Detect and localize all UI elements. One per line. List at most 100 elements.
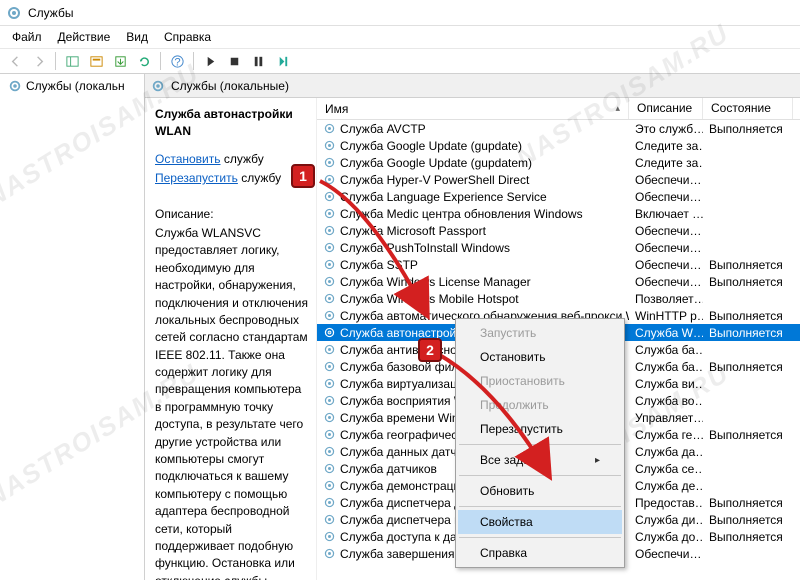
toolbar-separator — [55, 52, 56, 70]
gear-icon — [323, 224, 336, 237]
service-desc: Служба де… — [629, 479, 703, 493]
service-row[interactable]: Служба Windows Mobile HotspotПозволяет… — [317, 290, 800, 307]
service-state: Выполняется — [703, 428, 793, 442]
services-icon — [6, 5, 22, 21]
gear-icon — [323, 547, 336, 560]
col-header-desc[interactable]: Описание — [629, 98, 703, 119]
ctx-restart[interactable]: Перезапустить — [458, 417, 622, 441]
console-button[interactable] — [85, 50, 107, 72]
callout-1: 1 — [291, 164, 315, 188]
service-row[interactable]: Служба Language Experience ServiceОбеспе… — [317, 188, 800, 205]
service-name: Служба Hyper-V PowerShell Direct — [340, 173, 529, 187]
service-desc: Обеспечи… — [629, 190, 703, 204]
service-state: Выполняется — [703, 513, 793, 527]
service-row[interactable]: Служба Google Update (gupdatem) Следите з… — [317, 154, 800, 171]
service-desc: Служба ге… — [629, 428, 703, 442]
service-name: Служба SSTP — [340, 258, 418, 272]
service-desc: Обеспечи… — [629, 241, 703, 255]
service-desc: Следите за… — [629, 156, 703, 170]
service-row[interactable]: Служба Google Update (gupdate) Следите за… — [317, 137, 800, 154]
gear-icon — [323, 394, 336, 407]
stop-link[interactable]: Остановить — [155, 152, 221, 166]
service-state: Выполняется — [703, 496, 793, 510]
service-name: Служба Windows Mobile Hotspot — [340, 292, 519, 306]
menubar: Файл Действие Вид Справка — [0, 26, 800, 48]
ctx-all-tasks[interactable]: Все задачи▸ — [458, 448, 622, 472]
restart-link[interactable]: Перезапустить — [155, 171, 238, 185]
service-desc: Обеспечи… — [629, 547, 703, 561]
service-row[interactable]: Служба AVCTPЭто служб…Выполняется — [317, 120, 800, 137]
service-desc: Обеспечи… — [629, 258, 703, 272]
ctx-properties[interactable]: Свойства — [458, 510, 622, 534]
gear-icon — [323, 428, 336, 441]
stop-button[interactable] — [223, 50, 245, 72]
gear-icon — [323, 326, 336, 339]
service-desc: Служба се… — [629, 462, 703, 476]
detail-desc-label: Описание: — [155, 206, 308, 223]
gear-icon — [323, 156, 336, 169]
showpane-button[interactable] — [61, 50, 83, 72]
service-name: Служба датчиков — [340, 462, 437, 476]
gear-icon — [323, 360, 336, 373]
menu-view[interactable]: Вид — [118, 28, 156, 46]
service-row[interactable]: Служба PushToInstall WindowsОбеспечи… — [317, 239, 800, 256]
menu-file[interactable]: Файл — [4, 28, 50, 46]
main-header-label: Службы (локальные) — [171, 79, 289, 93]
help-button[interactable]: ? — [166, 50, 188, 72]
service-desc: Служба ба… — [629, 360, 703, 374]
gear-icon — [323, 292, 336, 305]
gear-icon — [323, 309, 336, 322]
service-row[interactable]: Служба Microsoft PassportОбеспечи… — [317, 222, 800, 239]
service-desc: WinHTTP р… — [629, 309, 703, 323]
service-row[interactable]: Служба SSTPОбеспечи…Выполняется — [317, 256, 800, 273]
service-desc: Служба ба… — [629, 343, 703, 357]
ctx-refresh[interactable]: Обновить — [458, 479, 622, 503]
gear-icon — [323, 207, 336, 220]
service-row[interactable]: Служба Windows License ManagerОбеспечи…В… — [317, 273, 800, 290]
col-header-state[interactable]: Состояние — [703, 98, 793, 119]
ctx-start: Запустить — [458, 321, 622, 345]
toolbar: ? — [0, 48, 800, 74]
service-name: Служба Google Update (gupdatem) — [340, 156, 532, 170]
service-name: Служба Windows License Manager — [340, 275, 531, 289]
refresh-button[interactable] — [133, 50, 155, 72]
tree-root-label: Службы (локальн — [26, 79, 125, 93]
service-desc: Обеспечи… — [629, 275, 703, 289]
menu-action[interactable]: Действие — [50, 28, 119, 46]
service-row[interactable]: Служба Medic центра обновления WindowsВк… — [317, 205, 800, 222]
gear-icon — [323, 445, 336, 458]
ctx-help[interactable]: Справка — [458, 541, 622, 565]
window-title: Службы — [28, 6, 73, 20]
service-desc: Обеспечи… — [629, 224, 703, 238]
pause-button[interactable] — [247, 50, 269, 72]
gear-icon — [323, 241, 336, 254]
col-header-name[interactable]: Имя▴ — [317, 98, 629, 119]
service-row[interactable]: Служба Hyper-V PowerShell DirectОбеспечи… — [317, 171, 800, 188]
submenu-arrow-icon: ▸ — [595, 455, 600, 466]
ctx-stop[interactable]: Остановить — [458, 345, 622, 369]
tree-root-item[interactable]: Службы (локальн — [6, 78, 138, 94]
ctx-pause: Приостановить — [458, 369, 622, 393]
service-desc: Служба ви… — [629, 377, 703, 391]
restart-button[interactable] — [271, 50, 293, 72]
gear-icon — [323, 258, 336, 271]
titlebar: Службы — [0, 0, 800, 26]
svg-text:?: ? — [174, 56, 180, 68]
service-desc: Служба да… — [629, 445, 703, 459]
toolbar-separator — [193, 52, 194, 70]
ctx-divider — [459, 506, 621, 507]
gear-icon — [323, 139, 336, 152]
context-menu: Запустить Остановить Приостановить Продо… — [455, 318, 625, 568]
menu-help[interactable]: Справка — [156, 28, 219, 46]
service-desc: Это служб… — [629, 122, 703, 136]
back-button — [4, 50, 26, 72]
gear-icon — [323, 377, 336, 390]
start-button[interactable] — [199, 50, 221, 72]
service-name: Служба Google Update (gupdate) — [340, 139, 522, 153]
service-state: Выполняется — [703, 360, 793, 374]
detail-desc: Служба WLANSVC предоставляет логику, нео… — [155, 225, 308, 580]
sort-asc-icon: ▴ — [615, 103, 620, 114]
service-desc: Следите за… — [629, 139, 703, 153]
ctx-divider — [459, 537, 621, 538]
export-button[interactable] — [109, 50, 131, 72]
